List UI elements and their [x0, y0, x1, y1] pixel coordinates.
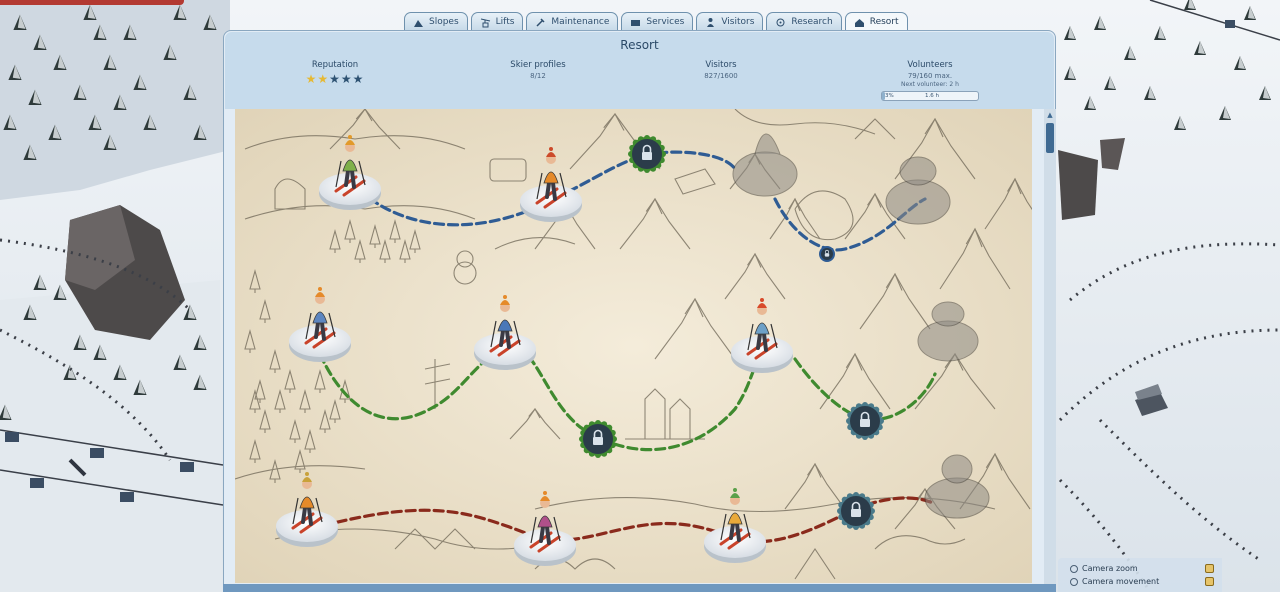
volunteers-stat: Volunteers 79/160 max. Next volunteer: 2…: [880, 60, 980, 88]
volunteer-progress-percent: 3%: [885, 93, 894, 99]
tab-lifts[interactable]: Lifts: [470, 12, 524, 31]
tab-label: Services: [646, 17, 685, 27]
volunteer-progress-bar: 3% 1.6 h: [881, 91, 979, 101]
volunteer-progress-time: 1.6 h: [925, 93, 939, 99]
tab-maintenance[interactable]: Maintenance: [526, 12, 619, 31]
star-empty-icon: ★: [340, 72, 353, 86]
zoom-key-icon: [1205, 564, 1214, 573]
camera-movement-label: Camera movement: [1082, 577, 1160, 586]
top-left-status-bar: [0, 0, 184, 5]
lock-icon[interactable]: [837, 492, 875, 530]
tab-label: Lifts: [495, 17, 515, 27]
lock-icon[interactable]: [846, 402, 884, 440]
tab-label: Research: [791, 17, 833, 27]
camera-zoom-hint: Camera zoom: [1070, 564, 1214, 573]
research-icon: [776, 18, 785, 26]
tab-label: Visitors: [721, 17, 755, 27]
tab-resort[interactable]: Resort: [844, 12, 908, 31]
services-icon: [631, 19, 641, 26]
visitors-icon: [707, 17, 715, 27]
scroll-up-icon[interactable]: ▲: [1045, 110, 1055, 120]
volunteers-value: 79/160 max.: [907, 72, 953, 80]
star-empty-icon: ★: [352, 72, 365, 86]
scrollbar-thumb[interactable]: [1046, 123, 1054, 153]
camera-hints: Camera zoom Camera movement: [1058, 558, 1222, 592]
volunteers-label: Volunteers: [907, 60, 953, 70]
visitors-label: Visitors: [705, 60, 737, 70]
star-filled-icon: ★: [305, 72, 318, 86]
tab-visitors[interactable]: Visitors: [696, 12, 764, 31]
next-volunteer-text: Next volunteer: 2 h: [901, 81, 959, 88]
star-filled-icon: ★: [317, 72, 330, 86]
visitors-stat: Visitors 827/1600: [681, 60, 761, 80]
lifts-icon: [480, 18, 490, 27]
mouse-wheel-icon: [1070, 564, 1078, 573]
star-empty-icon: ★: [329, 72, 341, 86]
lock-icon[interactable]: [819, 246, 835, 262]
tab-slopes[interactable]: Slopes: [404, 12, 468, 31]
tab-label: Maintenance: [551, 17, 610, 27]
maintenance-icon: [536, 17, 545, 27]
lock-icon[interactable]: [579, 420, 617, 458]
map-scrollbar[interactable]: ▲: [1044, 109, 1056, 585]
skier-profiles-map: [235, 109, 1032, 583]
resort-header: Resort Reputation ★★★★★ Skier profiles 8…: [225, 32, 1054, 109]
skier-profiles-stat: Skier profiles 8/12: [498, 60, 578, 80]
camera-zoom-label: Camera zoom: [1082, 564, 1138, 573]
move-key-icon: [1205, 577, 1214, 586]
tab-label: Slopes: [429, 17, 459, 27]
resort-icon: [854, 18, 864, 27]
lock-icon[interactable]: [628, 135, 666, 173]
mouse-drag-icon: [1070, 577, 1078, 586]
tab-research[interactable]: Research: [766, 12, 842, 31]
tab-label: Resort: [869, 17, 899, 27]
panel-bottom-bar: [223, 584, 1056, 592]
tab-services[interactable]: Services: [621, 12, 694, 31]
reputation-stat: Reputation ★★★★★: [295, 60, 375, 86]
slopes-icon: [414, 19, 423, 27]
category-tabs: Slopes Lifts Maintenance Services Visitors Re…: [404, 12, 908, 32]
reputation-stars: ★★★★★: [295, 72, 375, 86]
skier-profiles-label: Skier profiles: [510, 60, 566, 70]
camera-movement-hint: Camera movement: [1070, 577, 1214, 586]
skier-profiles-value: 8/12: [530, 72, 546, 80]
visitors-value: 827/1600: [704, 72, 738, 80]
panel-title: Resort: [620, 38, 659, 52]
reputation-label: Reputation: [311, 60, 359, 70]
